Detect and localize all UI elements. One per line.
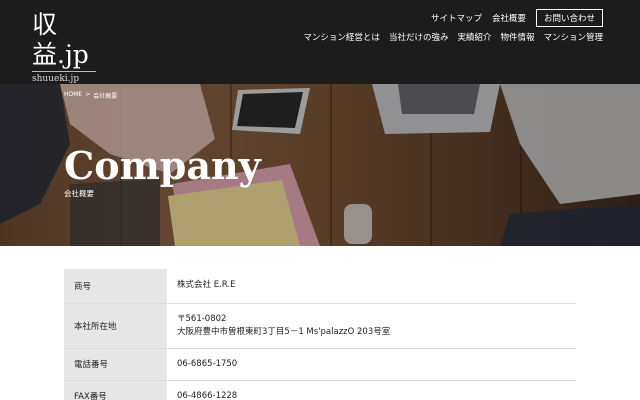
table-row: 商号 株式会社 E.R.E <box>64 269 576 304</box>
row-value: 株式会社 E.R.E <box>167 269 576 304</box>
logo-sub-text: shuueki.jp <box>32 71 96 84</box>
row-label: FAX番号 <box>64 380 167 400</box>
company-info-table: 商号 株式会社 E.R.E 本社所在地 〒561-0802 大阪府豊中市曽根東町… <box>64 269 576 400</box>
hero-banner: HOME > 会社概要 Company 会社概要 <box>0 84 640 246</box>
row-value-address: 〒561-0802 大阪府豊中市曽根東町3丁目5－1 Ms'palazzO 20… <box>167 303 576 349</box>
row-label: 電話番号 <box>64 348 167 381</box>
nav-item-mansion-management[interactable]: マンション管理 <box>543 31 603 43</box>
company-link[interactable]: 会社概要 <box>492 12 526 24</box>
breadcrumb-current: 会社概要 <box>93 93 118 100</box>
contact-button[interactable]: お問い合わせ <box>535 9 603 27</box>
postal-code: 〒561-0802 <box>177 313 227 324</box>
nav-item-results[interactable]: 実績紹介 <box>457 31 491 43</box>
site-logo[interactable]: 収益.jp shuueki.jp <box>32 10 102 84</box>
nav-item-strengths[interactable]: 当社だけの強み <box>389 31 449 43</box>
breadcrumb-separator: > <box>85 91 91 98</box>
nav-item-properties[interactable]: 物件情報 <box>500 31 534 43</box>
nav-item-mansion-management-intro[interactable]: マンション経営とは <box>303 31 380 43</box>
row-value: 06-6865-1750 <box>167 348 576 381</box>
page-title: Company <box>64 143 261 188</box>
street-address: 大阪府豊中市曽根東町3丁目5－1 Ms'palazzO 203号室 <box>177 326 391 337</box>
breadcrumb-home-link[interactable]: HOME <box>64 91 82 100</box>
page-subtitle: 会社概要 <box>64 189 94 198</box>
table-row: 本社所在地 〒561-0802 大阪府豊中市曽根東町3丁目5－1 Ms'pala… <box>64 303 576 349</box>
sitemap-link[interactable]: サイトマップ <box>431 12 482 24</box>
site-header: 収益.jp shuueki.jp サイトマップ 会社概要 お問い合わせ マンショ… <box>0 0 640 84</box>
table-row: 電話番号 06-6865-1750 <box>64 348 576 381</box>
table-row: FAX番号 06-4866-1228 <box>64 380 576 400</box>
row-value: 06-4866-1228 <box>167 380 576 400</box>
logo-main-text: 収益.jp <box>32 10 89 69</box>
row-label: 本社所在地 <box>64 303 167 349</box>
utility-nav: サイトマップ 会社概要 お問い合わせ <box>421 9 603 27</box>
breadcrumb: HOME > 会社概要 <box>64 91 117 100</box>
row-label: 商号 <box>64 269 167 304</box>
main-nav: マンション経営とは 当社だけの強み 実績紹介 物件情報 マンション管理 <box>294 31 603 43</box>
